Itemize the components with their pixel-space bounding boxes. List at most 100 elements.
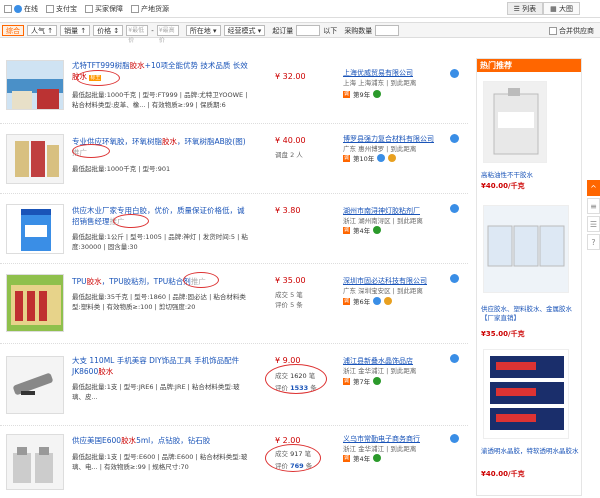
checkbox[interactable] bbox=[85, 5, 93, 13]
product-image-icon bbox=[7, 205, 63, 253]
trustpass-icon: 诚 bbox=[343, 377, 351, 385]
chat-icon[interactable] bbox=[450, 354, 459, 363]
hot-item-image[interactable] bbox=[483, 81, 547, 163]
price-max-input[interactable]: ¥最高价 bbox=[156, 25, 179, 44]
product-thumbnail[interactable] bbox=[6, 274, 64, 332]
list-item: TPU胶水，TPU胶粘剂，TPU粘合剂推广 最低起批量:35千克 | 型号:18… bbox=[0, 264, 468, 344]
dash: - bbox=[151, 26, 154, 35]
hot-item-price: ¥40.00/千克 bbox=[481, 470, 525, 478]
business-mode-select[interactable]: 经营模式 ▾ bbox=[223, 25, 266, 36]
company-location: 浙江 湖州南浔区 | 到此距离 bbox=[343, 217, 423, 225]
product-meta: 最低起批量:1000千克 | 型号:901 bbox=[72, 165, 171, 173]
verified-icon bbox=[373, 226, 382, 234]
product-meta: 璃、电... | 有效物质≥:99 | 规格尺寸:70 bbox=[72, 463, 189, 471]
hot-item-price: ¥40.00/千克 bbox=[481, 182, 525, 190]
list-item: 大支 110ML 手机美容 DIY饰品工具 手机饰品配件 JK8600胶水 最低起… bbox=[0, 344, 468, 426]
trustpass-icon: 诚 bbox=[343, 226, 351, 234]
back-to-top-button[interactable]: ^ bbox=[587, 180, 600, 196]
annotation-circle bbox=[76, 70, 120, 86]
filter-online[interactable]: 在线 bbox=[4, 4, 38, 14]
deal-count: 成交 5 笔 bbox=[275, 291, 303, 299]
buyer-count: 调盘 2 人 bbox=[275, 151, 303, 159]
menu-tool-button[interactable]: ☰ bbox=[587, 216, 600, 232]
product-meta: 粘合材料类型:皮革、橡... | 有效物质≥:99 | 保质期:6 bbox=[72, 101, 226, 109]
annotation-circle bbox=[72, 144, 110, 158]
hot-item-title[interactable]: 渝透明水晶胶，特软透明水晶胶水 bbox=[481, 447, 579, 456]
wangwang-icon bbox=[14, 5, 22, 13]
hot-item-image[interactable] bbox=[483, 205, 569, 293]
product-image-icon bbox=[484, 82, 546, 162]
product-thumbnail[interactable] bbox=[6, 60, 64, 110]
product-thumbnail[interactable] bbox=[6, 204, 64, 254]
annotation-circle bbox=[265, 444, 321, 472]
company-location: 上海 上海浦东 | 到此距离 bbox=[343, 79, 417, 87]
product-price: ¥ 35.00 bbox=[275, 276, 306, 285]
location-select[interactable]: 所在地 ▾ bbox=[185, 25, 221, 36]
product-thumbnail[interactable] bbox=[6, 134, 64, 184]
purchase-qty-input[interactable] bbox=[375, 25, 400, 36]
product-thumbnail[interactable] bbox=[6, 356, 64, 414]
filter-source[interactable]: 产地货源 bbox=[131, 4, 169, 14]
chat-icon[interactable] bbox=[450, 69, 459, 78]
hot-item-image[interactable] bbox=[483, 349, 569, 439]
product-title[interactable]: TPU胶水，TPU胶粘剂，TPU粘合剂推广 bbox=[72, 276, 262, 287]
chat-icon[interactable] bbox=[450, 434, 459, 443]
company-location: 浙江 金华浦江 | 到此距离 bbox=[343, 367, 417, 375]
product-price: ¥ 3.80 bbox=[275, 206, 301, 215]
annotation-circle bbox=[183, 272, 219, 288]
sort-price[interactable]: 价格 ↕ bbox=[93, 25, 124, 36]
chat-icon[interactable] bbox=[450, 134, 459, 143]
checkbox[interactable] bbox=[4, 5, 12, 13]
sort-comprehensive[interactable]: 综合 bbox=[2, 25, 24, 36]
min-order-label: 起订量 bbox=[272, 26, 294, 35]
company-location: 浙江 金华浦江 | 到此距离 bbox=[343, 445, 417, 453]
list-tool-button[interactable]: ≡ bbox=[587, 198, 600, 214]
price-min-input[interactable]: ¥最低价 bbox=[126, 25, 149, 44]
product-title[interactable]: 供应美国E600胶水5ml，点钻胶，钻石胶 bbox=[72, 435, 262, 446]
hot-item-title[interactable]: 高粘油性不干胶水 bbox=[481, 171, 579, 180]
product-price: ¥ 32.00 bbox=[275, 72, 306, 81]
list-item: 供应木业厂家专用白胶，优价，质量保证价格低，诚 招销售经理推广 最低起批量:1公斤… bbox=[0, 194, 468, 264]
verified-icon bbox=[373, 377, 382, 385]
company-badges: 诚第4年 bbox=[343, 453, 382, 463]
product-thumbnail[interactable] bbox=[6, 434, 64, 490]
checkbox[interactable] bbox=[46, 5, 54, 13]
product-meta: 最低起批量:1支 | 型号:E600 | 品牌:E600 | 粘合材料类型:玻 bbox=[72, 453, 248, 461]
annotation-circle bbox=[265, 364, 327, 394]
chat-icon[interactable] bbox=[450, 274, 459, 283]
list-item: 供应美国E600胶水5ml，点钻胶，钻石胶 最低起批量:1支 | 型号:E600… bbox=[0, 426, 468, 498]
sort-popularity[interactable]: 人气 ↑ bbox=[27, 25, 58, 36]
trustpass-icon: 诚 bbox=[343, 90, 351, 98]
annotation-circle bbox=[113, 214, 149, 228]
product-price: ¥ 40.00 bbox=[275, 136, 306, 145]
view-list-button[interactable]: ☰ 列表 bbox=[506, 2, 544, 15]
hot-item-price: ¥35.00/千克 bbox=[481, 330, 525, 338]
below-label: 以下 bbox=[323, 26, 338, 35]
product-image-icon bbox=[7, 135, 63, 183]
list-item: 尤特TFT999树脂胶水+10项全能优势 技术品质 长效 胶水 标王 最低起批量:… bbox=[0, 52, 468, 124]
guarantee-icon bbox=[384, 297, 393, 305]
side-toolbar: ^ ≡ ☰ ? bbox=[587, 180, 600, 252]
merge-supplier-toggle[interactable]: 合并供应商 bbox=[549, 26, 594, 36]
help-button[interactable]: ? bbox=[587, 234, 600, 250]
product-title[interactable]: 大支 110ML 手机美容 DIY饰品工具 手机饰品配件 JK8600胶水 bbox=[72, 355, 262, 377]
chat-icon[interactable] bbox=[450, 204, 459, 213]
min-order-input[interactable] bbox=[296, 25, 321, 36]
product-meta: 最低起批量:1支 | 型号:JRE6 | 品牌:JRE | 粘合材料类型:玻 bbox=[72, 383, 240, 391]
product-image-icon bbox=[7, 357, 63, 413]
filter-alipay[interactable]: 支付宝 bbox=[46, 4, 77, 14]
product-meta: 最低起批量:1公斤 | 型号:1005 | 品牌:神灯 | 发货时间:5 | 粘 bbox=[72, 233, 248, 241]
verified-icon bbox=[373, 454, 382, 462]
checkbox[interactable] bbox=[131, 5, 139, 13]
filter-buyer-protection[interactable]: 买家保障 bbox=[85, 4, 123, 14]
sort-sales[interactable]: 销量 ↑ bbox=[60, 25, 91, 36]
view-grid-button[interactable]: ▦ 大图 bbox=[543, 2, 580, 15]
product-meta: 度:30000 | 固含量:30 bbox=[72, 243, 138, 251]
checkbox[interactable] bbox=[549, 27, 557, 35]
list-item: 专业供应环氧胶，环氧树脂胶水，环氧树脂AB胶(图) 推广 最低起批量:1000千克… bbox=[0, 124, 468, 194]
company-badges: 诚第7年 bbox=[343, 376, 382, 386]
review-count: 评价 5 条 bbox=[275, 301, 303, 309]
hot-item-title[interactable]: 供应胶水、塑料胶水、金属胶水【厂家直销】 bbox=[481, 305, 579, 323]
product-title[interactable]: 供应木业厂家专用白胶，优价，质量保证价格低，诚 招销售经理推广 bbox=[72, 205, 262, 227]
filter-bar: 在线 支付宝 买家保障 产地货源 ☰ 列表 ▦ 大图 bbox=[0, 0, 600, 18]
